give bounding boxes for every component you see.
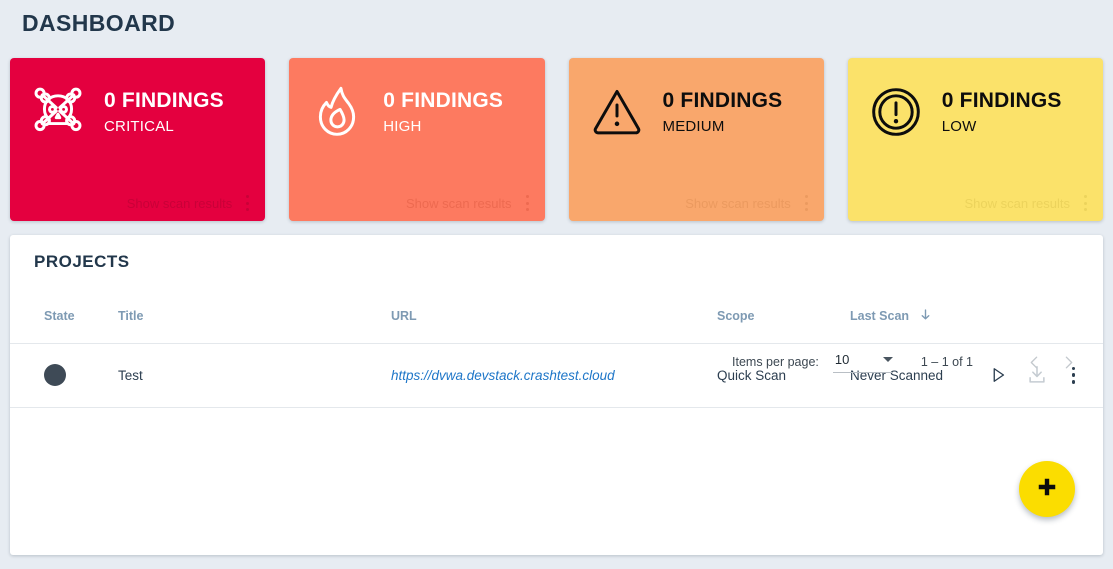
card-content: 0 FINDINGS HIGH [289, 58, 544, 140]
severity-card-low[interactable]: 0 FINDINGS LOW Show scan results [847, 58, 1103, 221]
card-content: 0 FINDINGS MEDIUM [569, 58, 824, 140]
items-per-page-label: Items per page: [732, 355, 819, 369]
column-header-scope[interactable]: Scope [717, 290, 850, 344]
severity-label: LOW [941, 118, 977, 136]
page-title: DASHBOARD [22, 10, 176, 36]
column-header-last-scan[interactable]: Last Scan [850, 290, 1000, 344]
severity-card-critical[interactable]: 0 FINDINGS CRITICAL Show scan results [10, 58, 266, 221]
project-url-link[interactable]: https://dvwa.devstack.crashtest.cloud [391, 368, 615, 383]
cell-url: https://dvwa.devstack.crashtest.cloud [391, 343, 717, 408]
card-text: 0 FINDINGS HIGH [383, 89, 503, 135]
severity-label: HIGH [383, 118, 422, 136]
severity-card-high[interactable]: 0 FINDINGS HIGH Show scan results [289, 58, 545, 221]
column-header-title[interactable]: Title [118, 290, 391, 344]
card-content: 0 FINDINGS LOW [848, 58, 1103, 140]
severity-card-medium[interactable]: 0 FINDINGS MEDIUM Show scan results [568, 58, 824, 221]
chevron-down-icon [882, 356, 893, 362]
more-vertical-icon[interactable] [801, 194, 812, 212]
show-scan-results-label: Show scan results [685, 195, 791, 211]
items-per-page-select[interactable]: 10 [832, 351, 893, 373]
projects-table-header: State Title URL Scope Last Scan [10, 290, 1103, 344]
findings-count: 0 FINDINGS [662, 88, 783, 112]
flame-icon [309, 84, 365, 140]
paginator: Items per page: 10 1 – 1 of 1 [732, 345, 1085, 379]
exclamation-circle-icon [868, 84, 924, 140]
more-vertical-icon[interactable] [242, 194, 253, 212]
show-scan-results-medium[interactable]: Show scan results [685, 194, 812, 212]
table-header-row: State Title URL Scope Last Scan [10, 290, 1103, 344]
plus-icon [1036, 476, 1058, 503]
items-per-page-value: 10 [834, 351, 850, 367]
severity-cards-row: 0 FINDINGS CRITICAL Show scan results 0 … [10, 58, 1103, 221]
column-header-url[interactable]: URL [391, 290, 717, 344]
severity-label: CRITICAL [104, 118, 174, 136]
findings-count: 0 FINDINGS [104, 88, 224, 112]
card-text: 0 FINDINGS LOW [942, 89, 1062, 135]
column-header-last-scan-label: Last Scan [850, 309, 910, 323]
card-text: 0 FINDINGS CRITICAL [104, 89, 224, 135]
show-scan-results-low[interactable]: Show scan results [965, 194, 1092, 212]
show-scan-results-high[interactable]: Show scan results [406, 194, 533, 212]
findings-count: 0 FINDINGS [383, 88, 504, 112]
more-vertical-icon[interactable] [1080, 194, 1091, 212]
show-scan-results-critical[interactable]: Show scan results [127, 194, 254, 212]
severity-label: MEDIUM [662, 118, 725, 136]
projects-panel: PROJECTS State Title URL Scope Last Scan [10, 235, 1103, 555]
cell-state [10, 343, 118, 408]
skull-crossbones-icon [30, 84, 86, 140]
cell-title: Test [118, 343, 391, 408]
previous-page-button[interactable] [1017, 345, 1051, 379]
show-scan-results-label: Show scan results [126, 195, 233, 211]
status-badge [44, 364, 66, 386]
column-header-actions [1000, 290, 1103, 344]
column-header-state[interactable]: State [10, 290, 118, 344]
projects-title: PROJECTS [34, 252, 130, 271]
pagination-range-label: 1 – 1 of 1 [920, 355, 973, 369]
warning-triangle-icon [589, 84, 645, 140]
show-scan-results-label: Show scan results [964, 195, 1071, 211]
findings-count: 0 FINDINGS [941, 88, 1062, 112]
add-project-button[interactable] [1019, 461, 1075, 517]
next-page-button[interactable] [1051, 345, 1085, 379]
card-text: 0 FINDINGS MEDIUM [663, 89, 783, 135]
card-content: 0 FINDINGS CRITICAL [10, 58, 265, 140]
more-vertical-icon[interactable] [522, 194, 533, 212]
arrow-down-icon [919, 308, 932, 324]
show-scan-results-label: Show scan results [406, 195, 512, 211]
